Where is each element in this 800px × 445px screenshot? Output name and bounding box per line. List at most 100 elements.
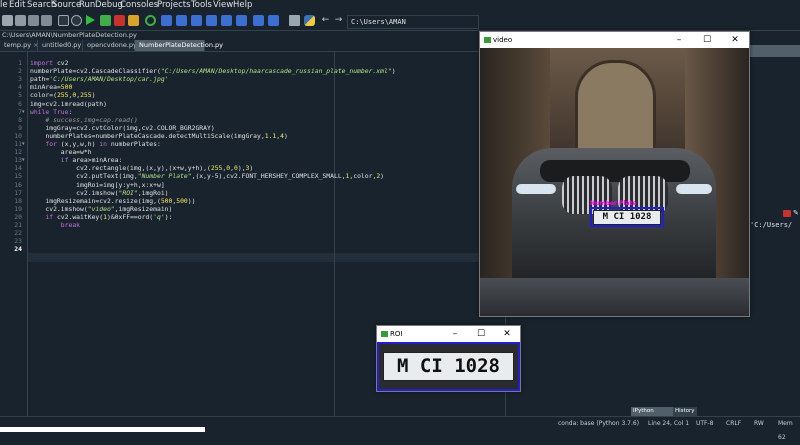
fullscreen-icon[interactable] [268, 15, 279, 26]
code-line[interactable]: if cv2.waitKey(1)&0xFF==ord('q'): [30, 213, 172, 221]
menu-view[interactable]: View [213, 0, 233, 12]
fold-arrow-icon[interactable]: ▾ [22, 109, 25, 115]
code-line[interactable]: if area>minArea: [30, 156, 123, 164]
code-line[interactable]: path='C:/Users/AMAN/Desktop/car.jpg' [30, 75, 169, 83]
app-icon [381, 331, 388, 337]
code-line[interactable]: cv2.putText(img,"Number Plate",(x,y-5),c… [30, 172, 384, 180]
close-icon[interactable]: ✕ [721, 32, 749, 48]
headlight-left [516, 184, 556, 194]
status-position: Line 24, Col 1 [648, 420, 690, 427]
headlight-right [676, 184, 712, 194]
code-line[interactable]: minArea=500 [30, 83, 72, 91]
step-icon[interactable] [176, 15, 187, 26]
menu-file-partial[interactable]: le [0, 0, 8, 12]
menu-help[interactable]: Help [233, 0, 252, 12]
step-return-icon[interactable] [206, 15, 217, 26]
new-file-icon[interactable] [2, 15, 13, 26]
video-window[interactable]: video – ☐ ✕ Number Plate M CI 1028 [479, 31, 750, 317]
line-number: 22 [14, 229, 22, 238]
continue-icon[interactable] [221, 15, 232, 26]
code-line[interactable]: numberPlate=cv2.CascadeClassifier("C:/Us… [30, 67, 396, 75]
minimize-icon[interactable]: – [442, 326, 468, 342]
menu-bar: le Edit Search Source Run Debug Consoles… [0, 0, 800, 12]
tab-numberplatedetection[interactable]: NumberPlateDetection.py [135, 40, 223, 51]
editor-tabs: temp.py× untitled0.py× opencvdone.py× Nu… [0, 40, 223, 51]
code-line[interactable]: while True: [30, 108, 72, 116]
email-icon[interactable] [71, 15, 82, 26]
wrench-icon[interactable] [289, 15, 300, 26]
current-line-highlight [28, 253, 504, 262]
run-cell-icon[interactable] [100, 15, 111, 26]
tab-opencvdone[interactable]: opencvdone.py× [83, 40, 144, 51]
run-icon[interactable] [86, 15, 95, 25]
license-plate: M CI 1028 [593, 210, 661, 225]
code-line[interactable]: cv2.imshow("video",imgResizemain) [30, 205, 172, 213]
save-icon[interactable] [28, 15, 39, 26]
stop-debug-icon[interactable] [236, 15, 247, 26]
tab-history[interactable]: History [673, 407, 697, 416]
code-line[interactable]: for (x,y,w,h) in numberPlates: [30, 140, 160, 148]
status-encoding: UTF-8 [696, 420, 714, 427]
code-line[interactable]: break [30, 221, 80, 229]
tab-untitled0[interactable]: untitled0.py× [38, 40, 89, 51]
code-line[interactable]: numberPlates=numberPlateCascade.detectMu… [30, 132, 287, 140]
code-line[interactable]: area=w*h [30, 148, 92, 156]
python-path-icon[interactable] [304, 15, 315, 26]
taskbar-strip [0, 427, 205, 432]
tab-ipython-console[interactable]: IPython console [631, 407, 675, 423]
app-icon [484, 37, 491, 43]
line-number: 20 [14, 212, 22, 221]
line-number: 2 [18, 67, 22, 76]
run-selection-icon[interactable] [128, 15, 139, 26]
code-line[interactable]: imgGray=cv2.cvtColor(img,cv2.COLOR_BGR2G… [30, 124, 214, 132]
code-line[interactable]: cv2.rectangle(img,(x,y),(x+w,y+h),(255,0… [30, 164, 253, 172]
window-title: video [493, 36, 513, 44]
fold-arrow-icon[interactable]: ▾ [22, 141, 25, 147]
code-line[interactable]: img=cv2.imread(path) [30, 100, 107, 108]
video-window-titlebar[interactable]: video – ☐ ✕ [480, 32, 749, 48]
line-number: 24 [14, 245, 22, 254]
code-line[interactable]: cv2.imshow("ROI",imgRoi) [30, 189, 168, 197]
menu-debug[interactable]: Debug [95, 0, 123, 12]
maximize-icon[interactable]: ☐ [693, 32, 721, 48]
menu-run[interactable]: Run [79, 0, 95, 12]
back-arrow-icon[interactable]: ← [320, 15, 331, 26]
menu-projects[interactable]: Projects [157, 0, 191, 12]
maximize-pane-icon[interactable] [253, 15, 264, 26]
code-line[interactable]: import cv2 [30, 59, 68, 67]
maximize-icon[interactable]: ☐ [468, 326, 494, 342]
status-rw: RW [754, 420, 764, 427]
menu-edit[interactable]: Edit [9, 0, 25, 12]
menu-source[interactable]: Source [52, 0, 81, 12]
code-line[interactable]: # success,img=cap.read() [30, 116, 137, 124]
save-all-icon[interactable] [41, 15, 52, 26]
forward-arrow-icon[interactable]: → [333, 15, 344, 26]
code-line[interactable]: imgRoi=img[y:y+h,x:x+w] [30, 181, 165, 189]
line-number: 3 [18, 75, 22, 84]
line-number-gutter: 1 2 3 4 5 6 7 ▾ 8 9 10 11 ▾ 12 13 ▾ 14 15 16 17 18 19 20 21 22 23… [0, 52, 28, 417]
debug-icon[interactable] [161, 15, 172, 26]
stop-icon[interactable] [783, 210, 791, 217]
line-number: 21 [14, 221, 22, 229]
line-number: 4 [18, 83, 22, 92]
minimize-icon[interactable]: – [665, 32, 693, 48]
step-into-icon[interactable] [191, 15, 202, 26]
tab-temp[interactable]: temp.py × [0, 40, 39, 51]
open-file-icon[interactable] [15, 15, 26, 26]
status-bar: conda: base (Python 3.7.6) Line 24, Col … [0, 416, 800, 441]
fold-arrow-icon[interactable]: ▾ [22, 157, 25, 163]
menu-tools[interactable]: Tools [191, 0, 212, 12]
menu-consoles[interactable]: Consoles [120, 0, 158, 12]
rerun-icon[interactable] [145, 15, 156, 26]
close-icon[interactable]: ✕ [494, 326, 520, 342]
code-line[interactable]: imgResizemain=cv2.resize(img,(500,500)) [30, 197, 195, 205]
detection-label: Number Plate [590, 200, 637, 207]
options-icon[interactable]: ✎ [793, 210, 800, 217]
run-cell-advance-icon[interactable] [114, 15, 125, 26]
code-line[interactable]: color=(255,0,255) [30, 91, 95, 99]
working-directory-input[interactable]: C:\Users\AMAN [347, 15, 479, 29]
line-number: 7 [18, 107, 22, 116]
open-project-icon[interactable] [58, 15, 69, 26]
roi-window-titlebar[interactable]: ROI – ☐ ✕ [377, 326, 520, 342]
roi-window[interactable]: ROI – ☐ ✕ M CI 1028 [376, 325, 521, 392]
